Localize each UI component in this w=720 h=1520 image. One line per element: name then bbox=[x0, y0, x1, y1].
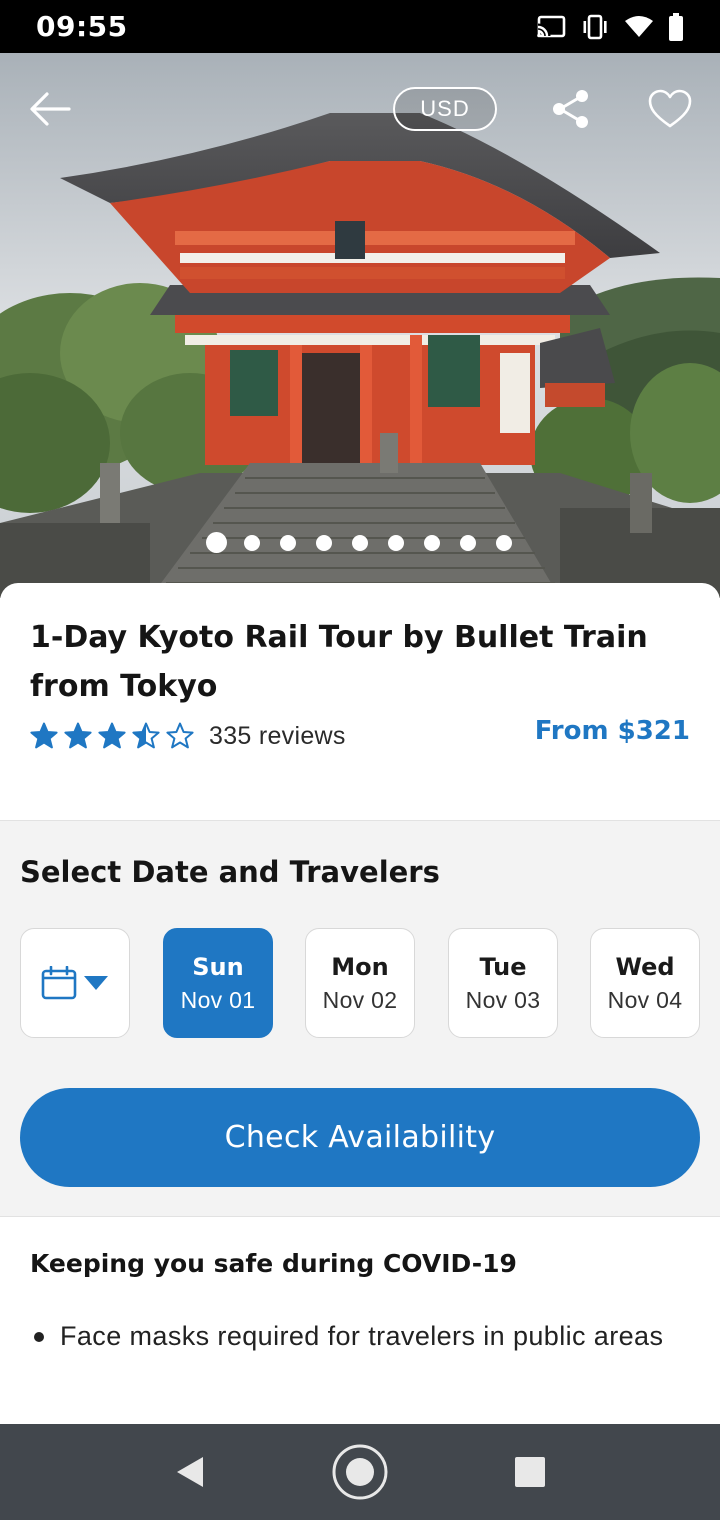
wifi-icon bbox=[625, 15, 653, 37]
product-info-card: 1-Day Kyoto Rail Tour by Bullet Train fr… bbox=[0, 583, 720, 820]
share-button[interactable] bbox=[546, 85, 594, 133]
nav-home-icon bbox=[332, 1444, 388, 1500]
date-chip-1[interactable]: Mon Nov 02 bbox=[305, 928, 415, 1038]
star-filled-icon bbox=[64, 722, 92, 749]
back-button[interactable] bbox=[22, 83, 78, 135]
carousel-dot[interactable] bbox=[244, 534, 260, 551]
product-title: 1-Day Kyoto Rail Tour by Bullet Train fr… bbox=[30, 620, 648, 704]
date-chip-day: Sun bbox=[192, 952, 244, 981]
system-nav-bar bbox=[0, 1424, 720, 1520]
carousel-indicator[interactable] bbox=[0, 532, 720, 553]
nav-back-icon bbox=[177, 1457, 203, 1487]
star-half-icon bbox=[132, 722, 160, 749]
carousel-dot[interactable] bbox=[424, 534, 440, 551]
star-empty-icon bbox=[166, 722, 194, 749]
date-chip-date: Nov 01 bbox=[180, 986, 256, 1013]
carousel-dot[interactable] bbox=[388, 534, 404, 551]
carousel-dot[interactable] bbox=[352, 534, 368, 551]
share-icon bbox=[553, 90, 588, 128]
nav-back-button[interactable] bbox=[160, 1424, 220, 1520]
vibrate-icon bbox=[583, 14, 607, 39]
date-chip-2[interactable]: Tue Nov 03 bbox=[448, 928, 558, 1038]
status-icons bbox=[536, 12, 684, 41]
calendar-icon bbox=[41, 966, 77, 1000]
carousel-dot[interactable] bbox=[205, 532, 227, 553]
kyoto-temple-gate-photo bbox=[0, 53, 720, 598]
rating-stars bbox=[30, 722, 194, 749]
star-filled-icon bbox=[98, 722, 126, 749]
carousel-dot[interactable] bbox=[460, 534, 476, 551]
date-chip-day: Mon bbox=[331, 952, 389, 981]
currency-selector[interactable]: USD bbox=[393, 87, 497, 131]
cast-icon bbox=[537, 15, 566, 37]
date-chip-date: Nov 04 bbox=[607, 986, 683, 1013]
carousel-dot[interactable] bbox=[316, 534, 332, 551]
date-chip-3[interactable]: Wed Nov 04 bbox=[590, 928, 700, 1038]
carousel-dot[interactable] bbox=[280, 534, 296, 551]
covid-safety-section: Keeping you safe during COVID-19 Face ma… bbox=[0, 1217, 720, 1424]
date-chip-date: Nov 02 bbox=[322, 986, 398, 1013]
date-chip-day: Wed bbox=[615, 952, 675, 981]
battery-icon bbox=[669, 12, 683, 41]
date-chip-date: Nov 03 bbox=[465, 986, 541, 1013]
calendar-picker-button[interactable] bbox=[20, 928, 130, 1038]
booking-panel: Select Date and Travelers Sun Nov 01 Mon… bbox=[0, 820, 720, 1217]
review-count[interactable]: 335 reviews bbox=[209, 722, 346, 751]
covid-title: Keeping you safe during COVID-19 bbox=[30, 1249, 517, 1278]
status-bar: 09:55 bbox=[0, 0, 720, 53]
nav-recents-button[interactable] bbox=[500, 1424, 560, 1520]
covid-item: Face masks required for travelers in pub… bbox=[60, 1321, 664, 1351]
favorite-button[interactable] bbox=[646, 85, 694, 133]
chevron-down-icon bbox=[84, 976, 108, 990]
heart-icon bbox=[648, 89, 692, 128]
date-chip-0[interactable]: Sun Nov 01 bbox=[163, 928, 273, 1038]
booking-title: Select Date and Travelers bbox=[20, 855, 440, 889]
carousel-dot[interactable] bbox=[496, 534, 512, 551]
date-chip-day: Tue bbox=[479, 952, 527, 981]
back-arrow-icon bbox=[30, 92, 71, 126]
hero-image: USD bbox=[0, 53, 720, 598]
price-label: From $321 bbox=[534, 716, 690, 746]
status-time: 09:55 bbox=[36, 10, 128, 43]
nav-home-button[interactable] bbox=[330, 1424, 390, 1520]
nav-recents-icon bbox=[515, 1457, 545, 1487]
star-filled-icon bbox=[30, 722, 58, 749]
bullet-icon bbox=[34, 1332, 44, 1342]
check-availability-button[interactable]: Check Availability bbox=[20, 1088, 700, 1187]
